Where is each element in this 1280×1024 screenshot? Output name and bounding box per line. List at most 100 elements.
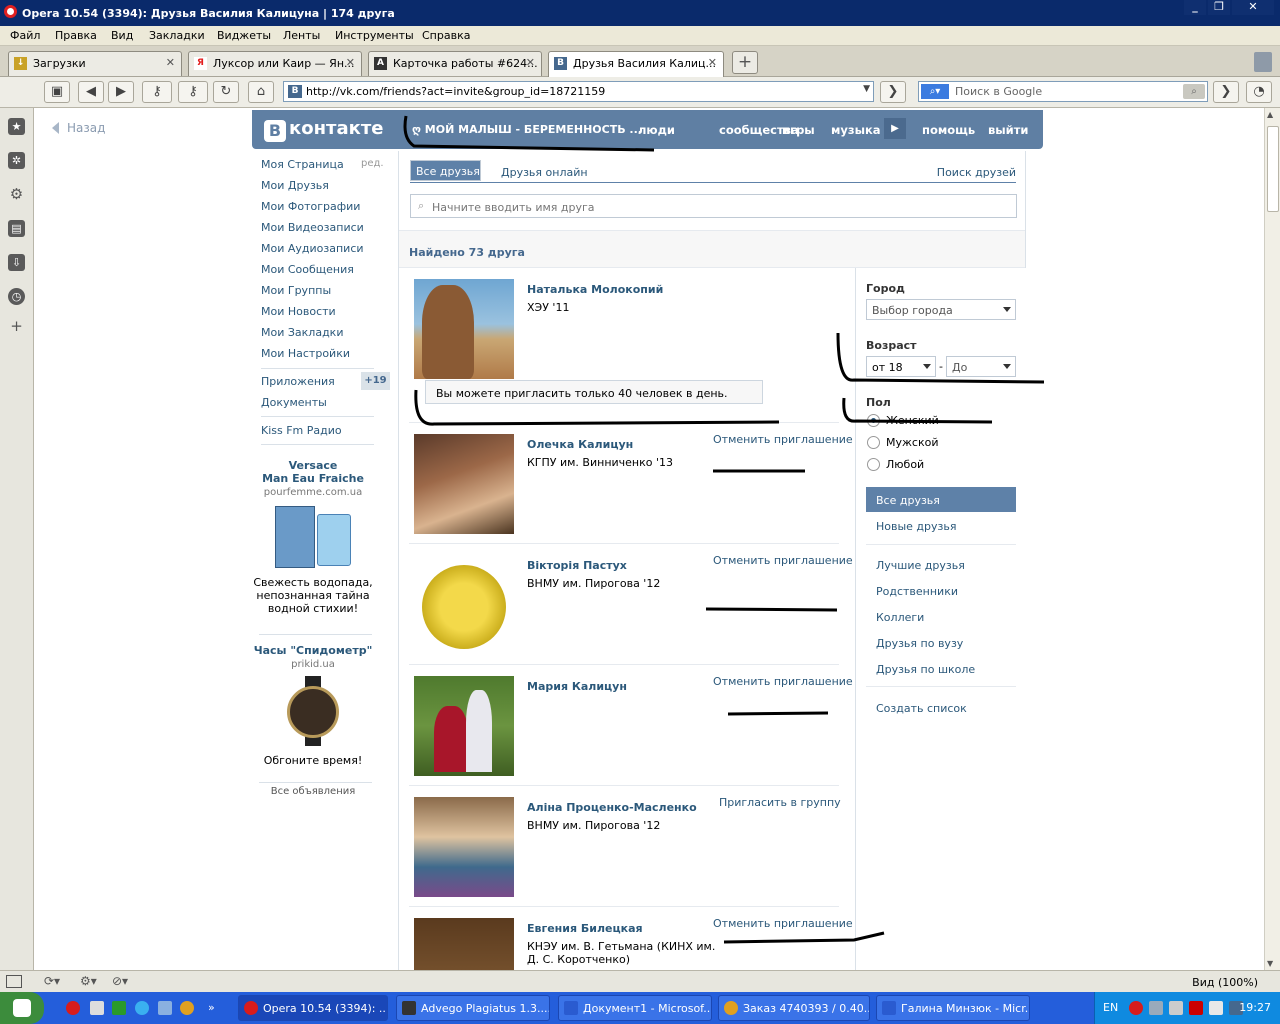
menu-kiss-fm[interactable]: Kiss Fm Радио [261, 424, 342, 437]
menu-my-videos[interactable]: Мои Видеозаписи [261, 221, 364, 234]
desktop-quicklaunch-icon[interactable] [158, 1001, 172, 1015]
cancel-invite-link[interactable]: Отменить приглашение [713, 675, 853, 688]
key-icon[interactable]: ⚷ [142, 81, 172, 103]
back-link[interactable]: Назад [52, 121, 105, 135]
close-tab-icon[interactable]: ✕ [708, 56, 717, 69]
maximize-button[interactable]: ❐ [1208, 0, 1230, 15]
age-from-select[interactable]: от 18 [866, 356, 936, 377]
menu-my-groups[interactable]: Мои Группы [261, 284, 331, 297]
search-engine-icon[interactable]: ⌕▾ [921, 84, 949, 99]
nav-people[interactable]: люди [638, 123, 675, 137]
close-tab-icon[interactable]: ✕ [526, 56, 535, 69]
menu-file[interactable]: Файл [10, 29, 40, 42]
reload-icon[interactable]: ↻ [213, 81, 239, 103]
tab-advego[interactable]: A Карточка работы #624... ✕ [368, 51, 542, 76]
tab-downloads[interactable]: ↓ Загрузки ✕ [8, 51, 182, 76]
content-block-icon[interactable]: ⊘▾ [112, 974, 128, 988]
menu-my-news[interactable]: Мои Новости [261, 305, 336, 318]
nav-more-icon[interactable]: ▶ [884, 118, 906, 139]
friend-photo[interactable] [414, 555, 514, 655]
list-relatives[interactable]: Родственники [866, 578, 1016, 603]
vertical-scrollbar[interactable]: ▲ ▼ [1264, 108, 1280, 970]
menu-widgets[interactable]: Виджеты [217, 29, 271, 42]
friend-photo[interactable] [414, 676, 514, 776]
zoom-level[interactable]: Вид (100%) [1192, 976, 1258, 989]
language-indicator[interactable]: EN [1103, 1001, 1118, 1014]
find-friends-link[interactable]: Поиск друзей [937, 166, 1016, 179]
close-tab-icon[interactable]: ✕ [166, 56, 175, 69]
friend-photo[interactable] [414, 918, 514, 970]
history-panel-icon[interactable]: ◷ [8, 288, 25, 305]
friend-name[interactable]: Мария Калицун [527, 680, 627, 693]
back-icon[interactable]: ◀ [78, 81, 104, 103]
scroll-down-icon[interactable]: ▼ [1267, 959, 1273, 968]
wand-icon[interactable]: ⚷ [178, 81, 208, 103]
speaker-tray-icon[interactable] [1169, 1001, 1183, 1015]
scroll-up-icon[interactable]: ▲ [1267, 110, 1273, 119]
start-button[interactable] [0, 992, 44, 1024]
ad-watch[interactable]: Часы "Спидометр" prikid.ua Обгоните врем… [252, 644, 374, 767]
city-select[interactable]: Выбор города [866, 299, 1016, 320]
friend-name[interactable]: Наталька Молокопий [527, 283, 663, 296]
list-university-friends[interactable]: Друзья по вузу [866, 630, 1016, 655]
add-panel-icon[interactable]: + [8, 318, 25, 335]
friend-name[interactable]: Олечка Калицун [527, 438, 633, 451]
app-quicklaunch-icon[interactable] [112, 1001, 126, 1015]
friend-photo[interactable] [414, 797, 514, 897]
menu-apps[interactable]: Приложения [261, 375, 335, 388]
tab-yandex[interactable]: Я Луксор или Каир — Ян... ✕ [188, 51, 362, 76]
menu-my-audio[interactable]: Мои Аудиозаписи [261, 242, 364, 255]
search-input[interactable]: ⌕▾ Поиск в Google ⌕ [918, 81, 1208, 102]
create-list-link[interactable]: Создать список [866, 695, 1016, 720]
friend-search-input[interactable]: ⌕ Начните вводить имя друга [410, 194, 1017, 218]
task-opera[interactable]: Opera 10.54 (3394): ... [238, 995, 388, 1021]
sex-female-radio[interactable]: Женский [867, 414, 939, 427]
list-colleagues[interactable]: Коллеги [866, 604, 1016, 629]
menu-view[interactable]: Вид [111, 29, 133, 42]
task-order[interactable]: Заказ 4740393 / 0.40.... [718, 995, 870, 1021]
cancel-invite-link[interactable]: Отменить приглашение [713, 917, 853, 930]
network-tray-icon[interactable] [1149, 1001, 1163, 1015]
turbo-icon[interactable]: ⟳▾ [44, 974, 60, 988]
bookmarks-panel-icon[interactable]: ★ [8, 118, 25, 135]
cancel-invite-link[interactable]: Отменить приглашение [713, 433, 853, 446]
vk-logo[interactable]: Вконтакте [264, 118, 383, 142]
menu-my-friends[interactable]: Мои Друзья [261, 179, 329, 192]
list-new-friends[interactable]: Новые друзья [866, 513, 1016, 538]
home-icon[interactable]: ⌂ [248, 81, 274, 103]
task-advego[interactable]: Advego Plagiatus 1.3.... [396, 995, 550, 1021]
nav-music[interactable]: музыка [831, 123, 881, 137]
unite-icon[interactable]: ⚙▾ [80, 974, 97, 988]
notes-panel-icon[interactable]: ▤ [8, 220, 25, 237]
friend-name[interactable]: Аліна Проценко-Масленко [527, 801, 697, 814]
menu-tools[interactable]: Инструменты [335, 29, 414, 42]
friend-photo[interactable] [414, 434, 514, 534]
alert-tray-icon[interactable] [1209, 1001, 1223, 1015]
forward-icon[interactable]: ▶ [108, 81, 134, 103]
ie-quicklaunch-icon[interactable] [135, 1001, 149, 1015]
friend-name[interactable]: Евгения Билецкая [527, 922, 643, 935]
panel-toggle-icon[interactable] [6, 975, 22, 988]
list-all-friends[interactable]: Все друзья [866, 487, 1016, 512]
close-button[interactable]: ✕ [1232, 0, 1274, 15]
opera-quicklaunch-icon[interactable] [66, 1001, 80, 1015]
sex-male-radio[interactable]: Мужской [867, 436, 938, 449]
menu-my-photos[interactable]: Мои Фотографии [261, 200, 360, 213]
url-field[interactable]: B http://vk.com/friends?act=invite&group… [283, 81, 874, 102]
ati-tray-icon[interactable] [1189, 1001, 1203, 1015]
friend-photo[interactable] [414, 279, 514, 379]
forward-search-icon[interactable]: ❯ [1213, 81, 1239, 103]
opera-tray-icon[interactable] [1129, 1001, 1143, 1015]
close-tab-icon[interactable]: ✕ [346, 56, 355, 69]
nav-logout[interactable]: выйти [988, 123, 1028, 137]
film-quicklaunch-icon[interactable] [90, 1001, 104, 1015]
age-to-select[interactable]: До [946, 356, 1016, 377]
tab-vk-friends[interactable]: B Друзья Василия Калиц... ✕ [548, 51, 724, 77]
task-word-doc[interactable]: Документ1 - Microsof... [558, 995, 712, 1021]
downloads-panel-icon[interactable]: ⇩ [8, 254, 25, 271]
chevron-down-icon[interactable]: ▼ [863, 84, 870, 94]
menu-my-messages[interactable]: Мои Сообщения [261, 263, 354, 276]
nav-help[interactable]: помощь [922, 123, 975, 137]
ad-versace[interactable]: Versace Man Eau Fraiche pourfemme.com.ua… [252, 459, 374, 615]
save-icon[interactable]: ▣ [44, 81, 70, 103]
